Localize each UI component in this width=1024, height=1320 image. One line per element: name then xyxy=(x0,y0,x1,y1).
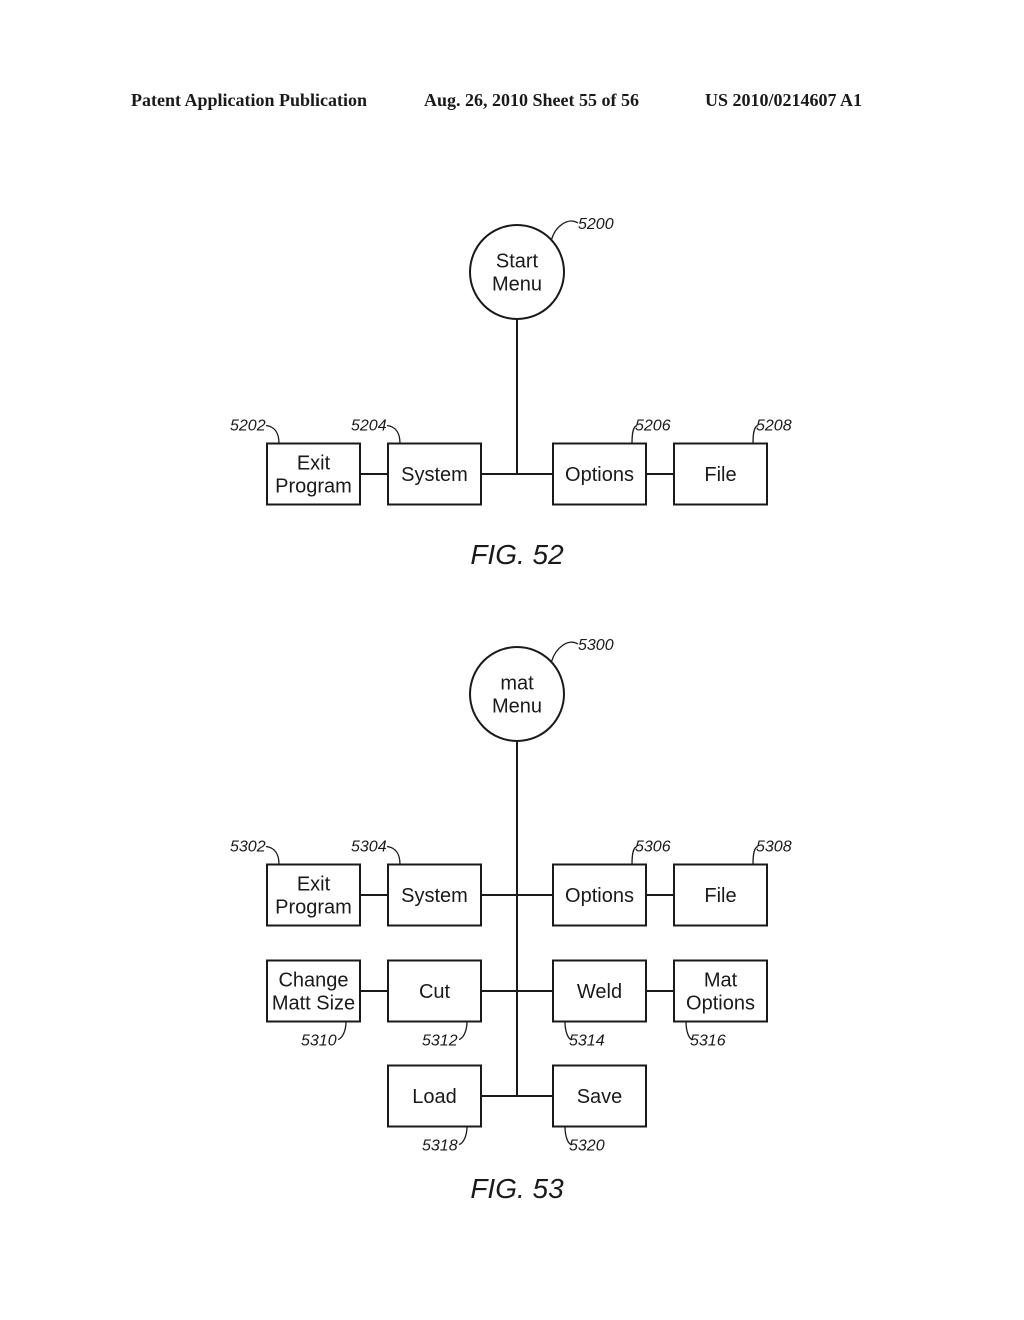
node-label: Program xyxy=(275,897,352,919)
reference-numeral: 5306 xyxy=(635,839,671,856)
reference-numeral: 5206 xyxy=(635,418,671,435)
node-label: File xyxy=(704,885,736,907)
node-label: Save xyxy=(577,1086,623,1108)
node-label: Exit xyxy=(297,874,331,896)
root-menu-node: StartMenu 5200 xyxy=(469,216,614,320)
reference-numeral: 5308 xyxy=(756,839,792,856)
root-label: Start xyxy=(496,251,539,273)
menu-node-load: Load 5318 xyxy=(387,1064,482,1155)
root-label: mat xyxy=(500,673,534,695)
node-label: Options xyxy=(565,885,634,907)
node-label: Program xyxy=(275,476,352,498)
reference-numeral: 5200 xyxy=(578,216,614,233)
reference-numeral: 5318 xyxy=(422,1138,458,1155)
figure-fig52: StartMenu 5200 ExitProgram 5202 System 5204 Op… xyxy=(230,216,792,570)
reference-numeral: 5312 xyxy=(422,1033,458,1050)
reference-leader xyxy=(550,220,579,241)
node-label: Mat xyxy=(704,970,738,992)
menu-node-save: Save 5320 xyxy=(552,1064,647,1155)
menu-node-weld: Weld 5314 xyxy=(552,959,647,1050)
node-label: Weld xyxy=(577,981,622,1003)
reference-leader xyxy=(265,845,280,865)
reference-numeral: 5204 xyxy=(351,418,387,435)
node-label: Change xyxy=(278,970,348,992)
reference-leader xyxy=(265,424,280,444)
reference-leader xyxy=(458,1126,468,1146)
node-label: Matt Size xyxy=(272,993,355,1015)
figure-caption: FIG. 53 xyxy=(470,1173,564,1204)
menu-node-change-matt-size: ChangeMatt Size 5310 xyxy=(266,959,361,1050)
reference-leader xyxy=(337,1021,347,1041)
node-label: Load xyxy=(412,1086,457,1108)
reference-numeral: 5314 xyxy=(569,1033,605,1050)
root-label: Menu xyxy=(492,696,542,718)
menu-node-mat-options: MatOptions 5316 xyxy=(673,959,768,1050)
menu-node-system: System 5304 xyxy=(351,839,482,927)
reference-numeral: 5202 xyxy=(230,418,266,435)
menu-node-system: System 5204 xyxy=(351,418,482,506)
figure-caption: FIG. 52 xyxy=(470,539,564,570)
menu-node-cut: Cut 5312 xyxy=(387,959,482,1050)
patent-drawing: StartMenu5200ExitProgram5202System5204Op… xyxy=(230,216,792,1204)
reference-numeral: 5316 xyxy=(690,1033,726,1050)
figure-fig53: matMenu 5300 ExitProgram 5302 System 5304 Opti… xyxy=(230,637,792,1204)
reference-numeral: 5300 xyxy=(578,637,614,654)
node-label: System xyxy=(401,464,468,486)
reference-numeral: 5310 xyxy=(301,1033,337,1050)
node-label: Options xyxy=(686,993,755,1015)
menu-node-file: File 5208 xyxy=(673,418,792,506)
node-label: System xyxy=(401,885,468,907)
reference-leader xyxy=(386,424,401,444)
menu-node-file: File 5308 xyxy=(673,839,792,927)
node-label: File xyxy=(704,464,736,486)
node-label: Cut xyxy=(419,981,451,1003)
reference-numeral: 5208 xyxy=(756,418,792,435)
reference-numeral: 5320 xyxy=(569,1138,605,1155)
reference-numeral: 5304 xyxy=(351,839,387,856)
node-label: Exit xyxy=(297,453,331,475)
reference-numeral: 5302 xyxy=(230,839,266,856)
reference-leader xyxy=(386,845,401,865)
menu-node-exit-program: ExitProgram 5302 xyxy=(230,839,361,927)
root-menu-node: matMenu 5300 xyxy=(469,637,614,742)
root-label: Menu xyxy=(492,274,542,296)
node-label: Options xyxy=(565,464,634,486)
reference-leader xyxy=(458,1021,468,1041)
menu-node-options: Options 5206 xyxy=(552,418,671,506)
menu-node-options: Options 5306 xyxy=(552,839,671,927)
reference-leader xyxy=(550,641,579,663)
menu-node-exit-program: ExitProgram 5202 xyxy=(230,418,361,506)
